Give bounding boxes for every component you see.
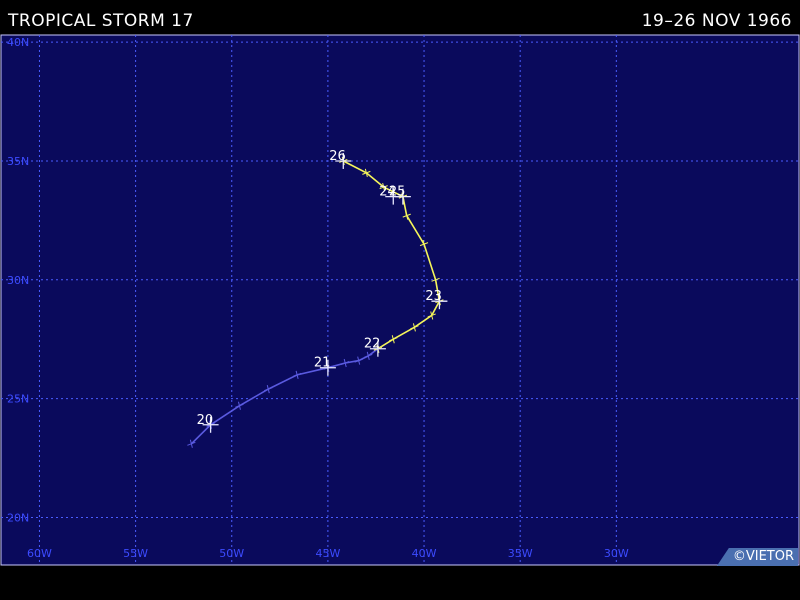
storm-track-map: 60W 55W 50W 45W 40W 35W 30W 20N 25N 30N 35N 40N 20 2… [0,34,800,566]
lon-tick-label: 45W [315,547,340,560]
day-label: 21 [314,356,331,371]
day-label: 25 [389,185,406,200]
lat-tick-label: 20N [7,511,29,524]
lon-tick-label: 30W [604,547,629,560]
day-label: 22 [364,337,381,352]
lat-tick-label: 30N [7,274,29,287]
day-label: 23 [425,289,442,304]
day-label: 20 [197,413,214,428]
copyright-badge: ©VIETOR [716,548,798,566]
lon-tick-label: 55W [123,547,148,560]
lon-tick-label: 35W [508,547,533,560]
map-frame [0,34,800,566]
lat-tick-label: 25N [7,393,29,406]
lon-tick-label: 40W [412,547,437,560]
lat-tick-label: 40N [7,36,29,49]
lon-tick-label: 50W [219,547,244,560]
lat-tick-label: 35N [7,155,29,168]
lon-tick-label: 60W [27,547,52,560]
day-label: 26 [329,149,346,164]
